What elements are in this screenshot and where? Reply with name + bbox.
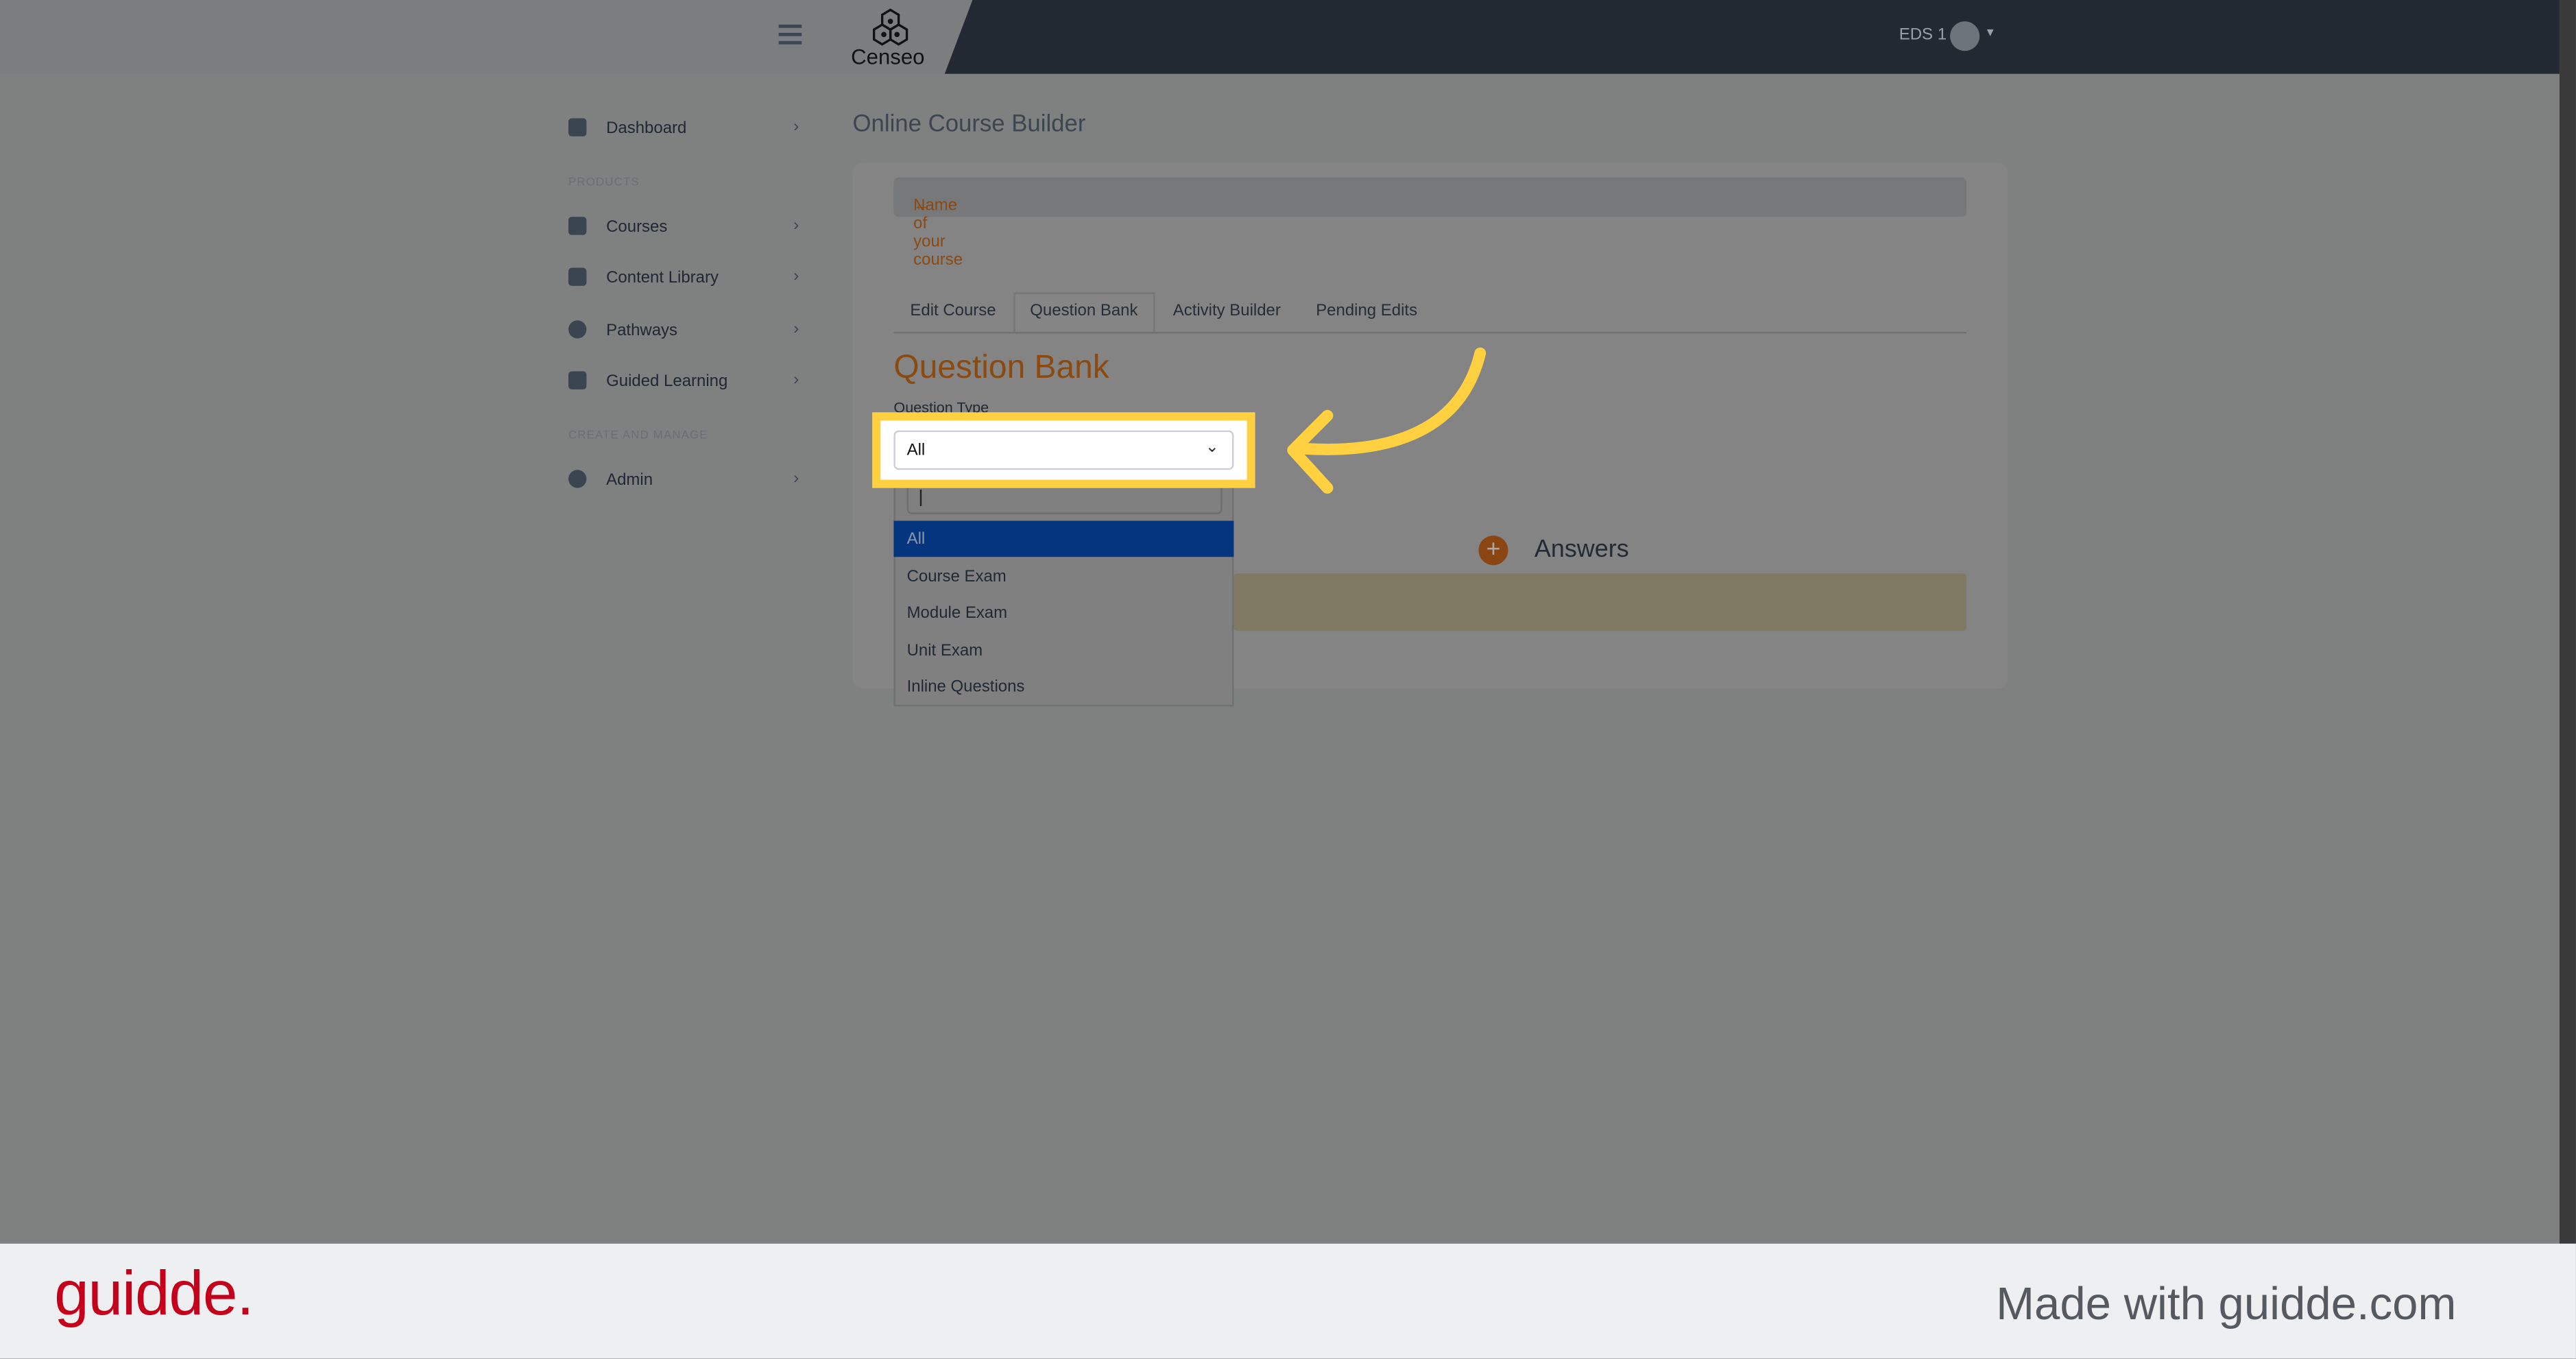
- chevron-right-icon: ›: [793, 267, 799, 286]
- chevron-down-icon: ⌄: [1205, 438, 1219, 457]
- tab-question-bank[interactable]: Question Bank: [1030, 302, 1137, 320]
- option-inline-questions[interactable]: Inline Questions: [893, 669, 1233, 705]
- pointer-arrow-icon: [1287, 347, 1486, 494]
- dashboard-icon: [568, 118, 587, 136]
- section-heading: Question Bank: [893, 350, 1109, 387]
- scrollbar[interactable]: [2559, 0, 2576, 1244]
- made-with-text: Made with guidde.com: [1996, 1278, 2457, 1330]
- section-create-and-manage: CREATE AND MANAGE: [568, 430, 708, 442]
- tab-divider: [893, 331, 1967, 334]
- tab-pending-edits[interactable]: Pending Edits: [1316, 302, 1417, 320]
- book-icon: [568, 267, 587, 286]
- page-title: Online Course Builder: [852, 111, 1086, 139]
- option-all[interactable]: All: [893, 520, 1234, 557]
- course-back-link[interactable]: ← Name of your course: [893, 177, 1967, 269]
- screen: Censeo EDS 1 ▼ Dashboard › PRODUCTS Cours…: [0, 0, 2576, 1359]
- chevron-right-icon: ›: [793, 320, 799, 339]
- caret-down-icon[interactable]: ▼: [1984, 28, 1996, 40]
- answers-label: Answers: [1534, 536, 1629, 564]
- courses-icon: [568, 217, 587, 235]
- option-module-exam[interactable]: Module Exam: [893, 594, 1233, 631]
- censeo-logo-icon: [872, 8, 908, 46]
- chevron-right-icon: ›: [793, 118, 799, 136]
- tab-edit-course[interactable]: Edit Course: [910, 302, 996, 320]
- tab-activity-builder[interactable]: Activity Builder: [1173, 302, 1281, 320]
- logo-text: Censeo: [851, 44, 925, 69]
- section-products: PRODUCTS: [568, 177, 640, 189]
- question-type-select[interactable]: All ⌄: [893, 430, 1234, 470]
- option-unit-exam[interactable]: Unit Exam: [893, 632, 1233, 669]
- hamburger-menu-icon[interactable]: [778, 24, 802, 45]
- option-course-exam[interactable]: Course Exam: [893, 559, 1233, 595]
- user-name[interactable]: EDS 1: [1899, 26, 1947, 44]
- chevron-right-icon: ›: [793, 371, 799, 389]
- guidde-logo: guidde.: [54, 1260, 254, 1330]
- chevron-right-icon: ›: [793, 470, 799, 488]
- chevron-right-icon: ›: [793, 217, 799, 235]
- gear-icon: [568, 470, 587, 488]
- clipboard-icon: [568, 371, 587, 389]
- add-answer-plus-icon[interactable]: +: [1478, 536, 1508, 566]
- award-icon: [568, 320, 587, 339]
- avatar-icon[interactable]: [1950, 21, 1980, 51]
- answers-notice-box: [1233, 573, 1967, 632]
